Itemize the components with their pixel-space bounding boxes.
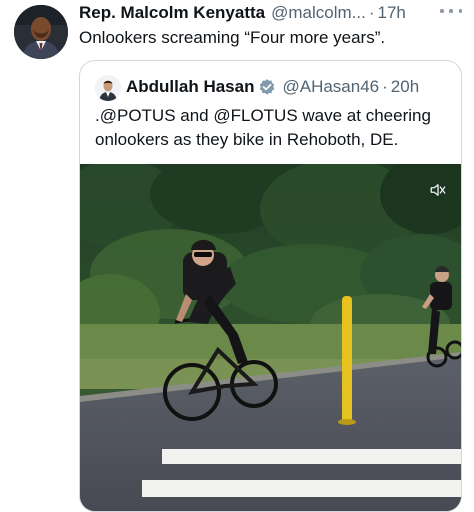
yellow-bollard	[342, 296, 352, 424]
verified-badge-icon	[260, 79, 275, 95]
more-horizontal-icon[interactable]	[440, 2, 462, 20]
author-avatar[interactable]	[14, 5, 68, 59]
quoted-tweet-text: .@POTUS and @FLOTUS wave at cheering onl…	[95, 106, 431, 149]
crosswalk-stripe-2	[142, 480, 461, 497]
tweet-text: Onlookers screaming “Four more years”.	[79, 28, 386, 47]
quoted-tweet-timestamp[interactable]: 20h	[391, 77, 419, 97]
separator-dot: ·	[368, 3, 375, 22]
video-media[interactable]	[80, 164, 461, 511]
tweet-timestamp[interactable]: 17h	[378, 3, 406, 23]
author-name[interactable]: Rep. Malcolm Kenyatta	[79, 3, 265, 23]
quoted-author-name[interactable]: Abdullah Hasan	[126, 77, 254, 97]
quoted-author-handle[interactable]: @AHasan46	[282, 77, 379, 97]
quoted-tweet-header: Abdullah Hasan @AHasan46 · 20h	[126, 77, 453, 97]
quoted-separator-dot: ·	[382, 77, 388, 96]
quoted-tweet-card[interactable]: Abdullah Hasan @AHasan46 · 20h .@POTUS a…	[79, 60, 462, 512]
author-handle[interactable]: @malcolm...	[271, 3, 366, 23]
crosswalk-stripe-1	[162, 449, 461, 464]
quoted-author-avatar[interactable]	[95, 75, 121, 101]
tweet-header: Rep. Malcolm Kenyatta @malcolm... · 17h	[79, 3, 464, 25]
muted-speaker-icon[interactable]	[429, 182, 447, 198]
